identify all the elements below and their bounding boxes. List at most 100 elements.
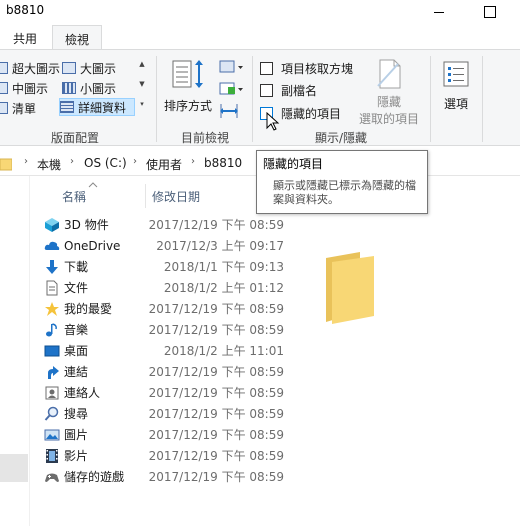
file-date: 2017/12/3 上午 09:17	[156, 239, 284, 253]
current-view-group-label: 目前檢視	[180, 131, 229, 145]
ribbon: 超大圖示 大圖示 中圖示 小圖示 清單 詳細資料 ▲ ▼ ▾ 版面配置 排序方式…	[0, 49, 520, 146]
folder-preview-icon	[324, 250, 376, 326]
list-item[interactable]: 連結 2017/12/19 下午 08:59	[44, 361, 284, 382]
breadcrumb-users[interactable]: 使用者	[146, 156, 182, 173]
tab-view[interactable]: 檢視	[52, 25, 102, 50]
breadcrumb-separator-icon: ›	[70, 156, 74, 167]
group-divider	[482, 56, 483, 142]
list-item[interactable]: 影片 2017/12/19 下午 08:59	[44, 445, 284, 466]
list-item[interactable]: OneDrive 2017/12/3 上午 09:17	[44, 235, 284, 256]
file-extensions-toggle[interactable]: 副檔名	[260, 81, 317, 99]
hide-selected-items-button[interactable]: 隱藏 選取的項目	[356, 58, 422, 127]
cloud-icon	[44, 238, 60, 254]
star-icon	[44, 301, 60, 317]
hide-selected-label-line2: 選取的項目	[358, 112, 419, 126]
layout-small-label: 小圖示	[80, 81, 117, 96]
sort-by-button[interactable]: 排序方式	[162, 58, 214, 114]
layout-medium-icons[interactable]: 中圖示	[0, 79, 62, 97]
column-header-date[interactable]: 修改日期	[152, 184, 200, 208]
navigation-selected-item[interactable]	[0, 454, 28, 482]
minimize-button[interactable]	[416, 0, 462, 25]
list-item[interactable]: 儲存的遊戲 2017/12/19 下午 08:59	[44, 466, 284, 487]
sort-by-icon	[172, 60, 203, 88]
layout-scroll-down-icon[interactable]: ▼	[135, 78, 149, 90]
group-divider	[430, 56, 431, 142]
layout-extra-large-icons[interactable]: 超大圖示	[0, 59, 62, 77]
item-checkboxes-checkbox[interactable]	[260, 61, 273, 75]
item-checkboxes-toggle[interactable]: 項目核取方塊	[260, 59, 353, 77]
layout-expand-icon[interactable]: ▾	[135, 98, 149, 110]
file-date: 2017/12/19 下午 08:59	[148, 470, 284, 484]
options-button[interactable]: 選項	[436, 58, 476, 112]
search-icon	[44, 406, 60, 422]
file-date: 2018/1/2 上午 11:01	[163, 344, 284, 358]
picture-icon	[44, 427, 60, 443]
film-icon	[44, 448, 60, 464]
file-date: 2017/12/19 下午 08:59	[148, 386, 284, 400]
link-arrow-icon	[44, 364, 60, 380]
list-item[interactable]: 音樂 2017/12/19 下午 08:59	[44, 319, 284, 340]
sort-by-label: 排序方式	[163, 99, 212, 113]
file-date: 2017/12/19 下午 08:59	[148, 428, 284, 442]
file-name: 連結	[64, 365, 89, 379]
file-date: 2017/12/19 下午 08:59	[148, 302, 284, 316]
breadcrumb-user-folder[interactable]: b8810	[204, 156, 242, 170]
details-view-icon	[60, 101, 74, 113]
column-header-name[interactable]: 名稱	[62, 184, 86, 208]
add-columns-button[interactable]	[219, 81, 245, 97]
options-icon	[443, 61, 469, 87]
size-all-columns-button[interactable]	[219, 103, 239, 119]
group-by-icon	[219, 60, 243, 73]
file-date: 2017/12/19 下午 08:59	[148, 407, 284, 421]
group-divider	[156, 56, 157, 142]
file-date: 2018/1/1 下午 09:13	[163, 260, 284, 274]
list-item[interactable]: 3D 物件 2017/12/19 下午 08:59	[44, 214, 284, 235]
file-date: 2017/12/19 下午 08:59	[148, 449, 284, 463]
breadcrumb-drive[interactable]: OS (C:)	[84, 156, 127, 170]
list-item[interactable]: 連絡人 2017/12/19 下午 08:59	[44, 382, 284, 403]
list-item[interactable]: 桌面 2018/1/2 上午 11:01	[44, 340, 284, 361]
tooltip-title: 隱藏的項目	[263, 157, 324, 171]
column-divider[interactable]	[145, 184, 146, 208]
list-view-icon	[0, 102, 8, 114]
list-item[interactable]: 文件 2018/1/2 上午 01:12	[44, 277, 284, 298]
tooltip-body: 顯示或隱藏已標示為隱藏的檔案與資料夾。	[273, 179, 416, 206]
tab-share[interactable]: 共用	[0, 25, 50, 49]
hidden-items-label: 隱藏的項目	[281, 106, 342, 121]
breadcrumb-this-pc[interactable]: 本機	[37, 156, 61, 173]
layout-details[interactable]: 詳細資料	[59, 98, 135, 116]
hidden-items-tooltip: 隱藏的項目 顯示或隱藏已標示為隱藏的檔案與資料夾。	[256, 150, 428, 214]
file-date: 2017/12/19 下午 08:59	[148, 365, 284, 379]
layout-list[interactable]: 清單	[0, 99, 62, 117]
game-controller-icon	[44, 469, 60, 485]
file-name: OneDrive	[64, 238, 121, 253]
group-by-button[interactable]	[219, 59, 245, 75]
file-name: 下載	[64, 260, 89, 274]
cube-3d-icon	[44, 217, 60, 233]
file-date: 2017/12/19 下午 08:59	[148, 323, 284, 337]
item-checkboxes-label: 項目核取方塊	[281, 61, 354, 76]
list-item[interactable]: 我的最愛 2017/12/19 下午 08:59	[44, 298, 284, 319]
large-icons-icon	[62, 62, 76, 74]
layout-scroll-up-icon[interactable]: ▲	[135, 58, 149, 70]
breadcrumb-separator-icon: ›	[191, 156, 195, 167]
list-item[interactable]: 搜尋 2017/12/19 下午 08:59	[44, 403, 284, 424]
file-date: 2017/12/19 下午 08:59	[148, 218, 284, 232]
download-arrow-icon	[44, 259, 60, 275]
file-name: 文件	[64, 281, 89, 295]
file-extensions-label: 副檔名	[281, 83, 318, 98]
show-hide-group-label: 顯示/隱藏	[314, 131, 368, 145]
file-extensions-checkbox[interactable]	[260, 83, 273, 97]
layout-large-icons[interactable]: 大圖示	[62, 59, 134, 77]
layout-medium-label: 中圖示	[12, 81, 49, 96]
music-note-icon	[44, 322, 60, 338]
maximize-button[interactable]	[466, 0, 512, 25]
medium-icons-icon	[0, 82, 8, 94]
list-item[interactable]: 圖片 2017/12/19 下午 08:59	[44, 424, 284, 445]
title-bar: b8810	[0, 0, 520, 25]
layout-small-icons[interactable]: 小圖示	[62, 79, 134, 97]
desktop-icon	[44, 343, 60, 359]
list-item[interactable]: 下載 2018/1/1 下午 09:13	[44, 256, 284, 277]
file-name: 音樂	[64, 323, 89, 337]
file-name: 儲存的遊戲	[64, 470, 125, 484]
